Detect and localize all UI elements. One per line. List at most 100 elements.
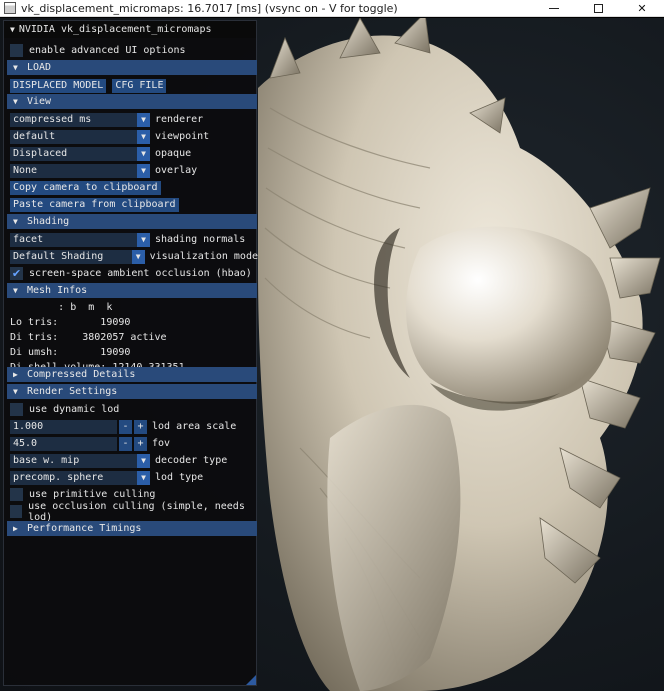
displaced-model-button[interactable]: DISPLACED MODEL	[10, 78, 107, 93]
chevron-down-icon: ▼	[13, 63, 18, 72]
render-settings-header[interactable]: ▼ Render Settings	[7, 384, 257, 399]
fov-label: fov	[152, 438, 171, 449]
visualization-mode-row: Default Shading ▼ visualization mode	[4, 248, 258, 265]
lod-type-label: lod type	[155, 472, 204, 483]
viewpoint-row: default ▼ viewpoint	[4, 128, 258, 145]
fov-input[interactable]: 45.0	[10, 436, 117, 451]
overlay-row: None ▼ overlay	[4, 162, 258, 179]
dropdown-arrow-icon[interactable]: ▼	[137, 163, 150, 178]
shading-normals-combo[interactable]: facet ▼	[10, 232, 150, 247]
chevron-right-icon: ▶	[13, 524, 18, 533]
shading-header-label: Shading	[27, 216, 70, 227]
opaque-value: Displaced	[13, 148, 68, 159]
hbao-label: screen-space ambient occlusion (hbao)	[29, 268, 252, 279]
cfg-file-button[interactable]: CFG FILE	[112, 78, 167, 93]
maximize-icon	[593, 4, 603, 13]
chevron-down-icon: ▼	[13, 286, 18, 295]
dynamic-lod-row[interactable]: use dynamic lod	[4, 401, 258, 418]
close-icon: ✕	[637, 2, 647, 15]
dropdown-arrow-icon[interactable]: ▼	[131, 249, 145, 264]
viewpoint-combo[interactable]: default ▼	[10, 129, 150, 144]
opaque-combo[interactable]: Displaced ▼	[10, 146, 150, 161]
hbao-row[interactable]: ✔ screen-space ambient occlusion (hbao)	[4, 265, 258, 282]
panel-resize-grip[interactable]	[246, 675, 256, 685]
maximize-button[interactable]	[576, 0, 620, 17]
collapse-panel-icon[interactable]: ▼	[10, 25, 15, 34]
overlay-value: None	[13, 165, 38, 176]
view-header-label: View	[27, 96, 52, 107]
occlusion-culling-row[interactable]: use occlusion culling (simple, needs lod…	[4, 500, 258, 523]
decoder-type-value: base w. mip	[13, 455, 80, 466]
panel-title: NVIDIA vk_displacement_micromaps	[18, 24, 212, 35]
settings-panel[interactable]: ▼ NVIDIA vk_displacement_micromaps enabl…	[3, 20, 258, 686]
chevron-down-icon: ▼	[13, 97, 18, 106]
dropdown-arrow-icon[interactable]: ▼	[137, 146, 150, 161]
dropdown-arrow-icon[interactable]: ▼	[137, 232, 150, 247]
fov-increment-button[interactable]: +	[134, 436, 147, 451]
primitive-culling-checkbox[interactable]	[10, 488, 23, 501]
minimize-button[interactable]	[532, 0, 576, 17]
advanced-ui-label: enable advanced UI options	[29, 45, 186, 56]
mesh-infos-header[interactable]: ▼ Mesh Infos	[7, 283, 257, 298]
compressed-details-label: Compressed Details	[27, 369, 136, 380]
performance-timings-header[interactable]: ▶ Performance Timings	[7, 521, 257, 536]
paste-camera-button[interactable]: Paste camera from clipboard	[10, 197, 179, 212]
lod-type-row: precomp. sphere ▼ lod type	[4, 469, 258, 486]
visualization-mode-value: Default Shading	[13, 251, 104, 262]
lod-area-decrement-button[interactable]: -	[119, 419, 132, 434]
overlay-label: overlay	[155, 165, 198, 176]
overlay-combo[interactable]: None ▼	[10, 163, 150, 178]
fov-row: 45.0 - + fov	[4, 435, 258, 452]
mesh-infos-header-label: Mesh Infos	[27, 285, 88, 296]
dropdown-arrow-icon[interactable]: ▼	[137, 112, 150, 127]
opaque-label: opaque	[155, 148, 192, 159]
paste-camera-row: Paste camera from clipboard	[4, 196, 258, 213]
lod-area-scale-input[interactable]: 1.000	[10, 419, 117, 434]
copy-camera-button[interactable]: Copy camera to clipboard	[10, 180, 161, 195]
renderer-value: compressed ms	[13, 114, 92, 125]
window-title: vk_displacement_micromaps: 16.7017 [ms] …	[21, 1, 398, 15]
shading-normals-row: facet ▼ shading normals	[4, 231, 258, 248]
viewpoint-label: viewpoint	[155, 131, 210, 142]
visualization-mode-combo[interactable]: Default Shading ▼	[10, 249, 145, 264]
visualization-mode-label: visualization mode	[149, 251, 258, 262]
chevron-down-icon: ▼	[13, 217, 18, 226]
panel-title-bar[interactable]: ▼ NVIDIA vk_displacement_micromaps	[4, 21, 256, 38]
occlusion-culling-checkbox[interactable]	[10, 505, 23, 518]
advanced-ui-row[interactable]: enable advanced UI options	[4, 42, 258, 59]
renderer-row: compressed ms ▼ renderer	[4, 111, 258, 128]
lod-type-combo[interactable]: precomp. sphere ▼	[10, 470, 150, 485]
shading-header[interactable]: ▼ Shading	[7, 214, 257, 229]
decoder-type-combo[interactable]: base w. mip ▼	[10, 453, 150, 468]
compressed-details-header[interactable]: ▶ Compressed Details	[7, 367, 257, 382]
window-title-bar[interactable]: vk_displacement_micromaps: 16.7017 [ms] …	[0, 0, 664, 17]
dropdown-arrow-icon[interactable]: ▼	[137, 453, 150, 468]
checkmark-icon: ✔	[11, 267, 22, 280]
dropdown-arrow-icon[interactable]: ▼	[137, 470, 150, 485]
renderer-label: renderer	[155, 114, 204, 125]
lod-type-value: precomp. sphere	[13, 472, 104, 483]
dropdown-arrow-icon[interactable]: ▼	[137, 129, 150, 144]
viewpoint-value: default	[13, 131, 56, 142]
hbao-checkbox[interactable]: ✔	[10, 267, 23, 280]
view-header[interactable]: ▼ View	[7, 94, 257, 109]
load-header[interactable]: ▼ LOAD	[7, 60, 257, 75]
lod-area-increment-button[interactable]: +	[134, 419, 147, 434]
fov-decrement-button[interactable]: -	[119, 436, 132, 451]
load-header-label: LOAD	[27, 62, 52, 73]
decoder-type-label: decoder type	[155, 455, 228, 466]
chevron-right-icon: ▶	[13, 370, 18, 379]
app-icon	[4, 2, 16, 14]
renderer-combo[interactable]: compressed ms ▼	[10, 112, 150, 127]
load-buttons-row: DISPLACED MODEL CFG FILE	[4, 77, 258, 94]
lod-area-scale-label: lod area scale	[152, 421, 237, 432]
primitive-culling-label: use primitive culling	[29, 489, 156, 500]
dynamic-lod-label: use dynamic lod	[29, 404, 120, 415]
occlusion-culling-label: use occlusion culling (simple, needs lod…	[28, 500, 245, 523]
dynamic-lod-checkbox[interactable]	[10, 403, 23, 416]
advanced-ui-checkbox[interactable]	[10, 44, 23, 57]
shading-normals-label: shading normals	[155, 234, 246, 245]
minimize-icon	[549, 8, 559, 9]
lod-area-scale-row: 1.000 - + lod area scale	[4, 418, 258, 435]
close-button[interactable]: ✕	[620, 0, 664, 17]
